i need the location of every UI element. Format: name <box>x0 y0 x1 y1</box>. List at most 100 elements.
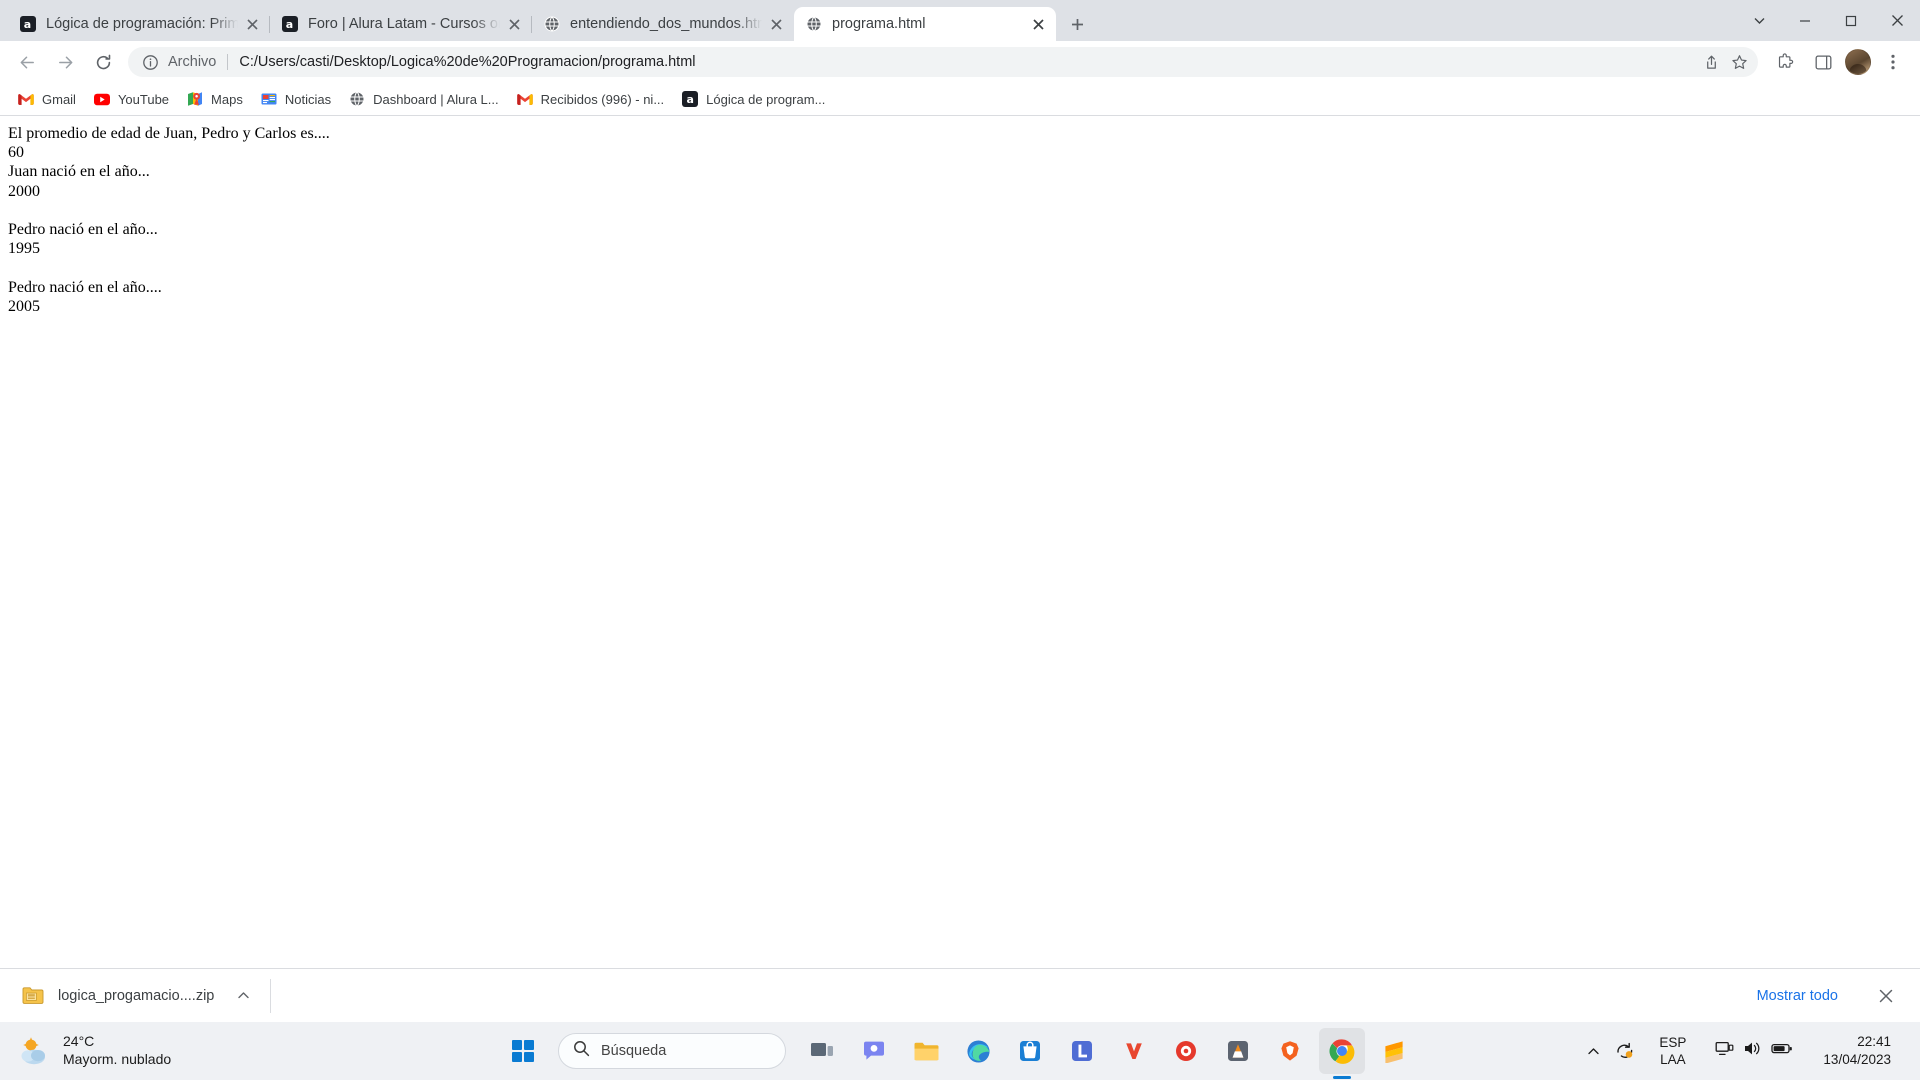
shelf-right-actions: Mostrar todo <box>1745 980 1906 1012</box>
omnibox-actions <box>1696 49 1752 75</box>
new-tab-button[interactable] <box>1062 9 1092 39</box>
windows-logo-icon <box>512 1040 534 1062</box>
forward-arrow-icon[interactable] <box>49 46 81 78</box>
tray-overflow-button[interactable] <box>1580 1030 1607 1072</box>
minimize-button[interactable] <box>1782 0 1828 41</box>
url-scheme-label: Archivo <box>168 54 217 70</box>
bookmark-label: Dashboard | Alura L... <box>373 91 499 107</box>
reload-icon[interactable] <box>87 46 119 78</box>
taskbar-app-edge[interactable] <box>955 1028 1001 1074</box>
gmail-icon <box>18 91 34 107</box>
info-circle-icon[interactable] <box>142 54 159 71</box>
globe-icon <box>349 91 365 107</box>
browser-window: a Lógica de programación: Primero a Foro… <box>0 0 1920 1022</box>
tab-search-button[interactable] <box>1736 0 1782 41</box>
star-icon[interactable] <box>1726 49 1752 75</box>
bookmark-maps[interactable]: Maps <box>179 86 251 112</box>
puzzle-icon[interactable] <box>1769 46 1801 78</box>
avatar[interactable] <box>1845 49 1871 75</box>
page-body-text: El promedio de edad de Juan, Pedro y Car… <box>8 125 330 315</box>
news-icon <box>261 91 277 107</box>
close-window-button[interactable] <box>1874 0 1920 41</box>
taskbar-app-task-view[interactable] <box>799 1028 845 1074</box>
bookmark-label: Maps <box>211 91 243 107</box>
bookmark-label: Noticias <box>284 91 332 107</box>
bookmark-logica-programacion[interactable]: a Lógica de program... <box>674 86 833 112</box>
taskbar-app-file-explorer[interactable] <box>903 1028 949 1074</box>
download-file-name: logica_progamacio....zip <box>58 987 215 1004</box>
address-bar[interactable]: Archivo C:/Users/casti/Desktop/Logica%20… <box>128 47 1758 77</box>
windows-taskbar: 24°C Mayorm. nublado Búsqueda ESP LAA 22… <box>0 1022 1920 1080</box>
language-indicator[interactable]: ESP LAA <box>1643 1030 1702 1072</box>
taskbar-app-media-player[interactable] <box>1163 1028 1209 1074</box>
taskbar-app-microsoft-store[interactable] <box>1007 1028 1053 1074</box>
bookmark-label: Lógica de program... <box>706 91 826 107</box>
side-panel-icon[interactable] <box>1807 46 1839 78</box>
bookmark-label: YouTube <box>117 91 170 107</box>
speaker-icon <box>1743 1040 1762 1062</box>
language-primary: ESP <box>1659 1034 1687 1050</box>
taskbar-app-brave[interactable] <box>1267 1028 1313 1074</box>
browser-tab-4-active[interactable]: programa.html <box>794 7 1056 41</box>
bookmark-dashboard-alura[interactable]: Dashboard | Alura L... <box>341 86 507 112</box>
start-button[interactable] <box>500 1028 546 1074</box>
bookmark-recibidos[interactable]: Recibidos (996) - ni... <box>509 86 673 112</box>
chevron-up-icon[interactable] <box>230 983 256 1009</box>
monitor-icon <box>1715 1040 1734 1062</box>
back-arrow-icon[interactable] <box>11 46 43 78</box>
alura-icon: a <box>682 91 699 107</box>
three-dots-icon[interactable] <box>1877 46 1909 78</box>
gmail-icon <box>516 91 533 107</box>
youtube-icon <box>93 91 110 107</box>
page-viewport: El promedio de edad de Juan, Pedro y Car… <box>0 116 1920 968</box>
system-tray: ESP LAA 22:41 13/04/2023 <box>1580 1022 1920 1080</box>
weather-text: 24°C Mayorm. nublado <box>63 1033 171 1069</box>
search-icon <box>573 1040 590 1062</box>
taskbar-apps <box>796 1028 1420 1074</box>
taskbar-app-mysql-workbench[interactable] <box>1111 1028 1157 1074</box>
close-icon[interactable] <box>242 14 262 34</box>
tab-strip: a Lógica de programación: Primero a Foro… <box>0 0 1920 41</box>
taskbar-app-chat[interactable] <box>851 1028 897 1074</box>
battery-icon <box>1771 1041 1793 1061</box>
close-icon[interactable] <box>1872 982 1900 1010</box>
shelf-divider <box>270 978 272 1013</box>
close-icon[interactable] <box>1028 14 1048 34</box>
taskbar-app-chrome[interactable] <box>1319 1028 1365 1074</box>
tab-title: programa.html <box>832 15 926 32</box>
omnibox-divider <box>227 54 229 70</box>
close-icon[interactable] <box>504 14 524 34</box>
browser-tab-2[interactable]: a Foro | Alura Latam - Cursos onlin <box>270 7 532 41</box>
show-all-downloads-button[interactable]: Mostrar todo <box>1745 980 1850 1012</box>
share-icon[interactable] <box>1698 49 1724 75</box>
tab-title: entendiendo_dos_mundos.html <box>570 15 762 32</box>
taskbar-app-sublime-text[interactable] <box>1371 1028 1417 1074</box>
taskbar-app-laragon[interactable] <box>1059 1028 1105 1074</box>
bookmark-label: Recibidos (996) - ni... <box>540 91 665 107</box>
maps-icon <box>187 91 203 107</box>
browser-toolbar: Archivo C:/Users/casti/Desktop/Logica%20… <box>0 41 1920 83</box>
taskbar-app-vlc[interactable] <box>1215 1028 1261 1074</box>
bookmark-gmail[interactable]: Gmail <box>10 86 84 112</box>
browser-tab-1[interactable]: a Lógica de programación: Primero <box>8 7 270 41</box>
sync-icon[interactable] <box>1607 1030 1643 1072</box>
download-item[interactable]: logica_progamacio....zip <box>14 977 260 1015</box>
weather-widget[interactable]: 24°C Mayorm. nublado <box>0 1033 300 1069</box>
language-secondary: LAA <box>1660 1052 1686 1067</box>
url-text: C:/Users/casti/Desktop/Logica%20de%20Pro… <box>239 54 696 70</box>
alura-icon: a <box>281 16 298 33</box>
browser-tab-3[interactable]: entendiendo_dos_mundos.html <box>532 7 794 41</box>
weather-description: Mayorm. nublado <box>63 1051 172 1067</box>
tray-status-icons[interactable] <box>1702 1030 1806 1072</box>
bookmark-youtube[interactable]: YouTube <box>86 86 177 112</box>
taskbar-search-box[interactable]: Búsqueda <box>558 1033 786 1069</box>
tab-title: Foro | Alura Latam - Cursos onlin <box>308 15 500 32</box>
maximize-button[interactable] <box>1828 0 1874 41</box>
bookmarks-bar: Gmail YouTube Maps Noticias Dashboard | … <box>0 83 1920 116</box>
tab-title: Lógica de programación: Primero <box>46 15 238 32</box>
clock-button[interactable]: 22:41 13/04/2023 <box>1806 1030 1906 1072</box>
close-icon[interactable] <box>766 14 786 34</box>
bookmark-noticias[interactable]: Noticias <box>253 86 339 112</box>
globe-icon <box>543 16 560 33</box>
tray-date: 13/04/2023 <box>1823 1052 1891 1067</box>
